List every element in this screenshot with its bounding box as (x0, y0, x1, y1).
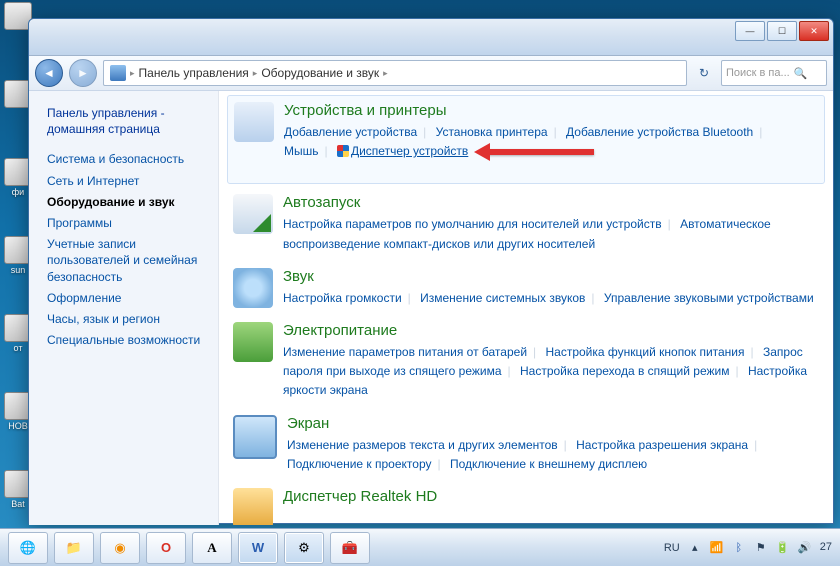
category-title[interactable]: Экран (287, 415, 329, 432)
link-volume[interactable]: Настройка громкости (283, 291, 402, 305)
taskbar-app-red[interactable]: 🧰 (330, 532, 370, 564)
minimize-button[interactable]: — (735, 21, 765, 41)
category-display: Экран Изменение размеров текста и других… (233, 415, 819, 474)
category-power: Электропитание Изменение параметров пита… (233, 322, 819, 401)
control-panel-icon (110, 65, 126, 81)
link-system-sounds[interactable]: Изменение системных звуков (420, 291, 585, 305)
tray-volume-icon[interactable]: 🔊 (798, 541, 812, 555)
refresh-button[interactable]: ↻ (693, 62, 715, 84)
sidebar-home-link[interactable]: Панель управления - домашняя страница (47, 105, 204, 137)
link-audio-devices[interactable]: Управление звуковыми устройствами (604, 291, 814, 305)
link-mouse[interactable]: Мышь (284, 144, 319, 158)
category-autoplay: Автозапуск Настройка параметров по умолч… (233, 194, 819, 253)
link-projector[interactable]: Подключение к проектору (287, 457, 432, 471)
link-power-buttons[interactable]: Настройка функций кнопок питания (546, 345, 745, 359)
breadcrumb-item[interactable]: Оборудование и звук (261, 66, 379, 80)
category-title[interactable]: Звук (283, 268, 314, 285)
window-titlebar[interactable]: — ☐ ✕ (29, 19, 833, 56)
taskbar-opera[interactable]: O (146, 532, 186, 564)
sidebar-item-clock[interactable]: Часы, язык и регион (47, 311, 204, 327)
category-title[interactable]: Электропитание (283, 322, 397, 339)
breadcrumb-sep: ▸ (383, 68, 388, 79)
link-add-bluetooth[interactable]: Добавление устройства Bluetooth (566, 125, 753, 139)
close-button[interactable]: ✕ (799, 21, 829, 41)
category-title[interactable]: Устройства и принтеры (284, 102, 446, 119)
category-devices: Устройства и принтеры Добавление устройс… (234, 102, 818, 161)
control-panel-window: — ☐ ✕ ◄ ► ▸ Панель управления ▸ Оборудов… (28, 18, 834, 524)
breadcrumb[interactable]: ▸ Панель управления ▸ Оборудование и зву… (103, 60, 687, 86)
sidebar-item-system[interactable]: Система и безопасность (47, 151, 204, 167)
display-icon (233, 415, 277, 459)
realtek-icon (233, 488, 273, 525)
power-icon (233, 322, 273, 362)
taskbar-control-panel[interactable]: ⚙ (284, 532, 324, 564)
maximize-button[interactable]: ☐ (767, 21, 797, 41)
sidebar-item-hardware[interactable]: Оборудование и звук (47, 194, 204, 210)
back-button[interactable]: ◄ (35, 59, 63, 87)
taskbar-app-a[interactable]: A (192, 532, 232, 564)
link-text-size[interactable]: Изменение размеров текста и других элеме… (287, 438, 558, 452)
devices-icon (234, 102, 274, 142)
breadcrumb-sep: ▸ (130, 68, 135, 79)
address-bar: ◄ ► ▸ Панель управления ▸ Оборудование и… (29, 56, 833, 91)
sidebar-item-users[interactable]: Учетные записи пользователей и семейная … (47, 236, 204, 285)
link-add-device[interactable]: Добавление устройства (284, 125, 417, 139)
sidebar: Панель управления - домашняя страница Си… (29, 91, 219, 525)
sidebar-item-appearance[interactable]: Оформление (47, 290, 204, 306)
system-tray: RU ▴ 📶 ᛒ ⚑ 🔋 🔊 27 (664, 541, 832, 555)
sidebar-item-access[interactable]: Специальные возможности (47, 332, 204, 348)
main-content: Устройства и принтеры Добавление устройс… (219, 91, 833, 525)
category-sound: Звук Настройка громкости| Изменение сист… (233, 268, 819, 308)
category-title[interactable]: Автозапуск (283, 194, 360, 211)
search-input[interactable]: Поиск в па... 🔍 (721, 60, 827, 86)
tray-action-center-icon[interactable]: ⚑ (754, 541, 768, 555)
red-arrow-annotation (474, 146, 594, 158)
tray-show-hidden-icon[interactable]: ▴ (688, 541, 702, 555)
search-icon: 🔍 (794, 67, 808, 80)
sidebar-item-programs[interactable]: Программы (47, 215, 204, 231)
category-title[interactable]: Диспетчер Realtek HD (283, 488, 437, 505)
link-external-display[interactable]: Подключение к внешнему дисплею (450, 457, 647, 471)
shield-icon (337, 145, 349, 157)
taskbar-explorer[interactable]: 📁 (54, 532, 94, 564)
link-install-printer[interactable]: Установка принтера (436, 125, 548, 139)
link-device-manager[interactable]: Диспетчер устройств (351, 144, 468, 158)
search-placeholder: Поиск в па... (726, 67, 790, 79)
tray-lang[interactable]: RU (664, 542, 680, 554)
tray-network-icon[interactable]: 📶 (710, 541, 724, 555)
autoplay-icon (233, 194, 273, 234)
link-autoplay-defaults[interactable]: Настройка параметров по умолчанию для но… (283, 217, 662, 231)
taskbar-wmp[interactable]: ◉ (100, 532, 140, 564)
taskbar-ie[interactable]: 🌐 (8, 532, 48, 564)
breadcrumb-item[interactable]: Панель управления (139, 66, 249, 80)
link-sleep[interactable]: Настройка перехода в спящий режим (520, 364, 729, 378)
tray-battery-icon[interactable]: 🔋 (776, 541, 790, 555)
link-resolution[interactable]: Настройка разрешения экрана (576, 438, 748, 452)
link-battery[interactable]: Изменение параметров питания от батарей (283, 345, 527, 359)
sound-icon (233, 268, 273, 308)
tray-bluetooth-icon[interactable]: ᛒ (732, 541, 746, 555)
taskbar-word[interactable]: W (238, 532, 278, 564)
category-realtek: Диспетчер Realtek HD (233, 488, 819, 525)
taskbar: 🌐 📁 ◉ O A W ⚙ 🧰 RU ▴ 📶 ᛒ ⚑ 🔋 🔊 27 (0, 528, 840, 566)
breadcrumb-sep: ▸ (253, 68, 258, 79)
sidebar-item-network[interactable]: Сеть и Интернет (47, 173, 204, 189)
forward-button[interactable]: ► (69, 59, 97, 87)
tray-clock[interactable]: 27 (820, 541, 832, 553)
